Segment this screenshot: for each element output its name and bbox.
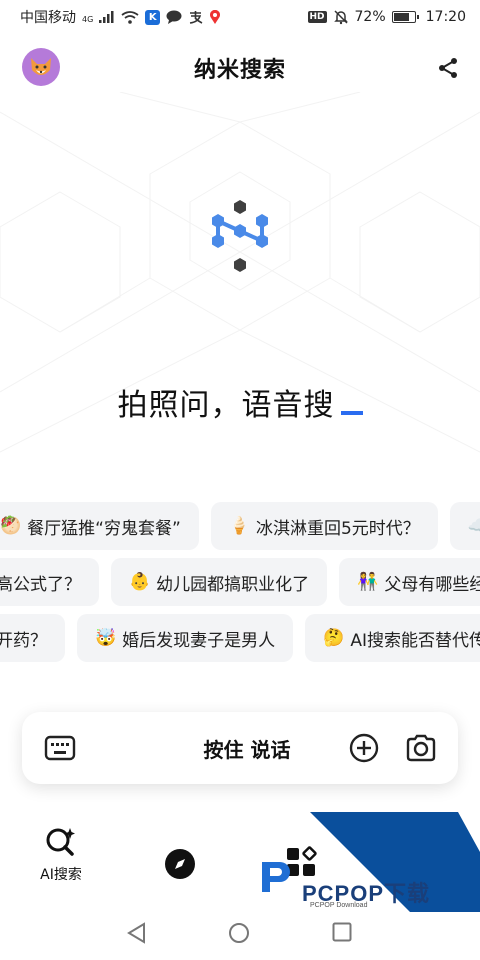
k-app-icon: K: [145, 9, 161, 25]
suggestion-row-1: 🥙餐厅猛推“穷鬼套餐” 🍦冰淇淋重回5元时代？ ☁️“安: [0, 502, 480, 550]
clock: 17:20: [425, 9, 466, 25]
signal-icon: [99, 11, 115, 23]
chip-emoji: 🤯: [95, 628, 117, 648]
chip-text: AI搜索能否替代传统搜: [350, 630, 480, 651]
chip-emoji: 👶: [129, 572, 151, 592]
suggestion-chip[interactable]: 开药？: [0, 614, 65, 662]
chip-emoji: ☁️: [467, 516, 480, 536]
battery-icon: [391, 11, 419, 23]
network-label: 4G: [82, 15, 94, 24]
location-pin-icon: [209, 10, 221, 24]
camera-icon[interactable]: [404, 732, 438, 764]
suggestion-chip[interactable]: 🥙 餐厅猛推“穷鬼套餐”: [0, 502, 199, 550]
nano-logo-icon: [212, 200, 268, 272]
chip-emoji: 🥙: [0, 516, 22, 536]
chip-text: 冰淇淋重回5元时代？: [255, 518, 420, 539]
battery-percent: 72%: [354, 9, 386, 25]
chip-emoji: 🍦: [228, 516, 250, 536]
fox-avatar-icon[interactable]: [22, 48, 60, 86]
chip-text: 高公式了？: [0, 574, 81, 595]
status-bar: 中国移动 4G K HD 72% 17:20: [0, 0, 480, 34]
hd-icon: HD: [307, 11, 327, 23]
ai-search-icon: [46, 828, 75, 856]
suggestion-row-2: 高公式了？ 👶幼儿园都搞职业化了 👫父母有哪些经典: [0, 558, 480, 606]
plus-circle-icon[interactable]: [348, 732, 380, 764]
nav-ai-search-label: AI搜索: [40, 867, 82, 883]
keyboard-icon[interactable]: [44, 734, 76, 762]
home-icon[interactable]: [228, 922, 250, 944]
input-bar: 按住 说话: [22, 712, 458, 784]
suggestion-chip[interactable]: 高公式了？: [0, 558, 99, 606]
header: 纳米搜索: [0, 44, 480, 92]
carrier-label: 中国移动: [20, 10, 76, 26]
back-icon[interactable]: [126, 922, 148, 944]
share-icon[interactable]: [434, 54, 462, 82]
pcpop-watermark: PCPOP下载 PCPOP Download: [250, 812, 480, 912]
page-title: 纳米搜索: [193, 58, 286, 83]
recents-icon[interactable]: [332, 922, 352, 942]
battery-fill: [393, 13, 410, 21]
suggestion-row-3: 开药？ 🤯婚后发现妻子是男人 🤔AI搜索能否替代传统搜: [0, 614, 480, 662]
chip-emoji: 🤔: [323, 628, 345, 648]
chat-bubble-icon: [166, 10, 182, 24]
hero-prompt: 拍照问，语音搜: [0, 380, 480, 424]
status-left: 中国移动 4G K: [20, 7, 221, 27]
suggestion-chip[interactable]: 🤔AI搜索能否替代传统搜: [305, 614, 480, 662]
chip-text: 幼儿园都搞职业化了: [156, 574, 310, 595]
chip-text: 餐厅猛推“穷鬼套餐”: [27, 518, 181, 539]
system-nav-bar: [0, 908, 480, 960]
alipay-icon: [188, 10, 203, 24]
suggestion-chip[interactable]: 👫父母有哪些经典: [339, 558, 480, 606]
chip-text: 婚后发现妻子是男人: [122, 630, 276, 651]
typing-caret: [340, 411, 363, 415]
nav-ai-search[interactable]: AI搜索: [38, 826, 84, 884]
suggestion-chip[interactable]: 🍦 冰淇淋重回5元时代？: [210, 502, 438, 550]
hold-to-talk-button[interactable]: 按住 说话: [152, 712, 342, 784]
mute-bell-icon: [333, 9, 349, 25]
hero-prompt-text: 拍照问，语音搜: [117, 388, 335, 423]
nav-discover[interactable]: [164, 848, 196, 880]
suggestion-chip[interactable]: ☁️“安: [449, 502, 480, 550]
chip-text: 开药？: [0, 630, 47, 651]
status-right: HD 72% 17:20: [307, 9, 466, 25]
suggestion-chip[interactable]: 👶 幼儿园都搞职业化了: [111, 558, 328, 606]
chip-emoji: 👫: [357, 572, 379, 592]
suggestion-chip[interactable]: 🤯 婚后发现妻子是男人: [77, 614, 294, 662]
background-pattern: [0, 92, 480, 453]
compass-icon: [165, 849, 195, 879]
chip-text: 父母有哪些经典: [384, 574, 480, 595]
wifi-icon: [121, 10, 139, 24]
